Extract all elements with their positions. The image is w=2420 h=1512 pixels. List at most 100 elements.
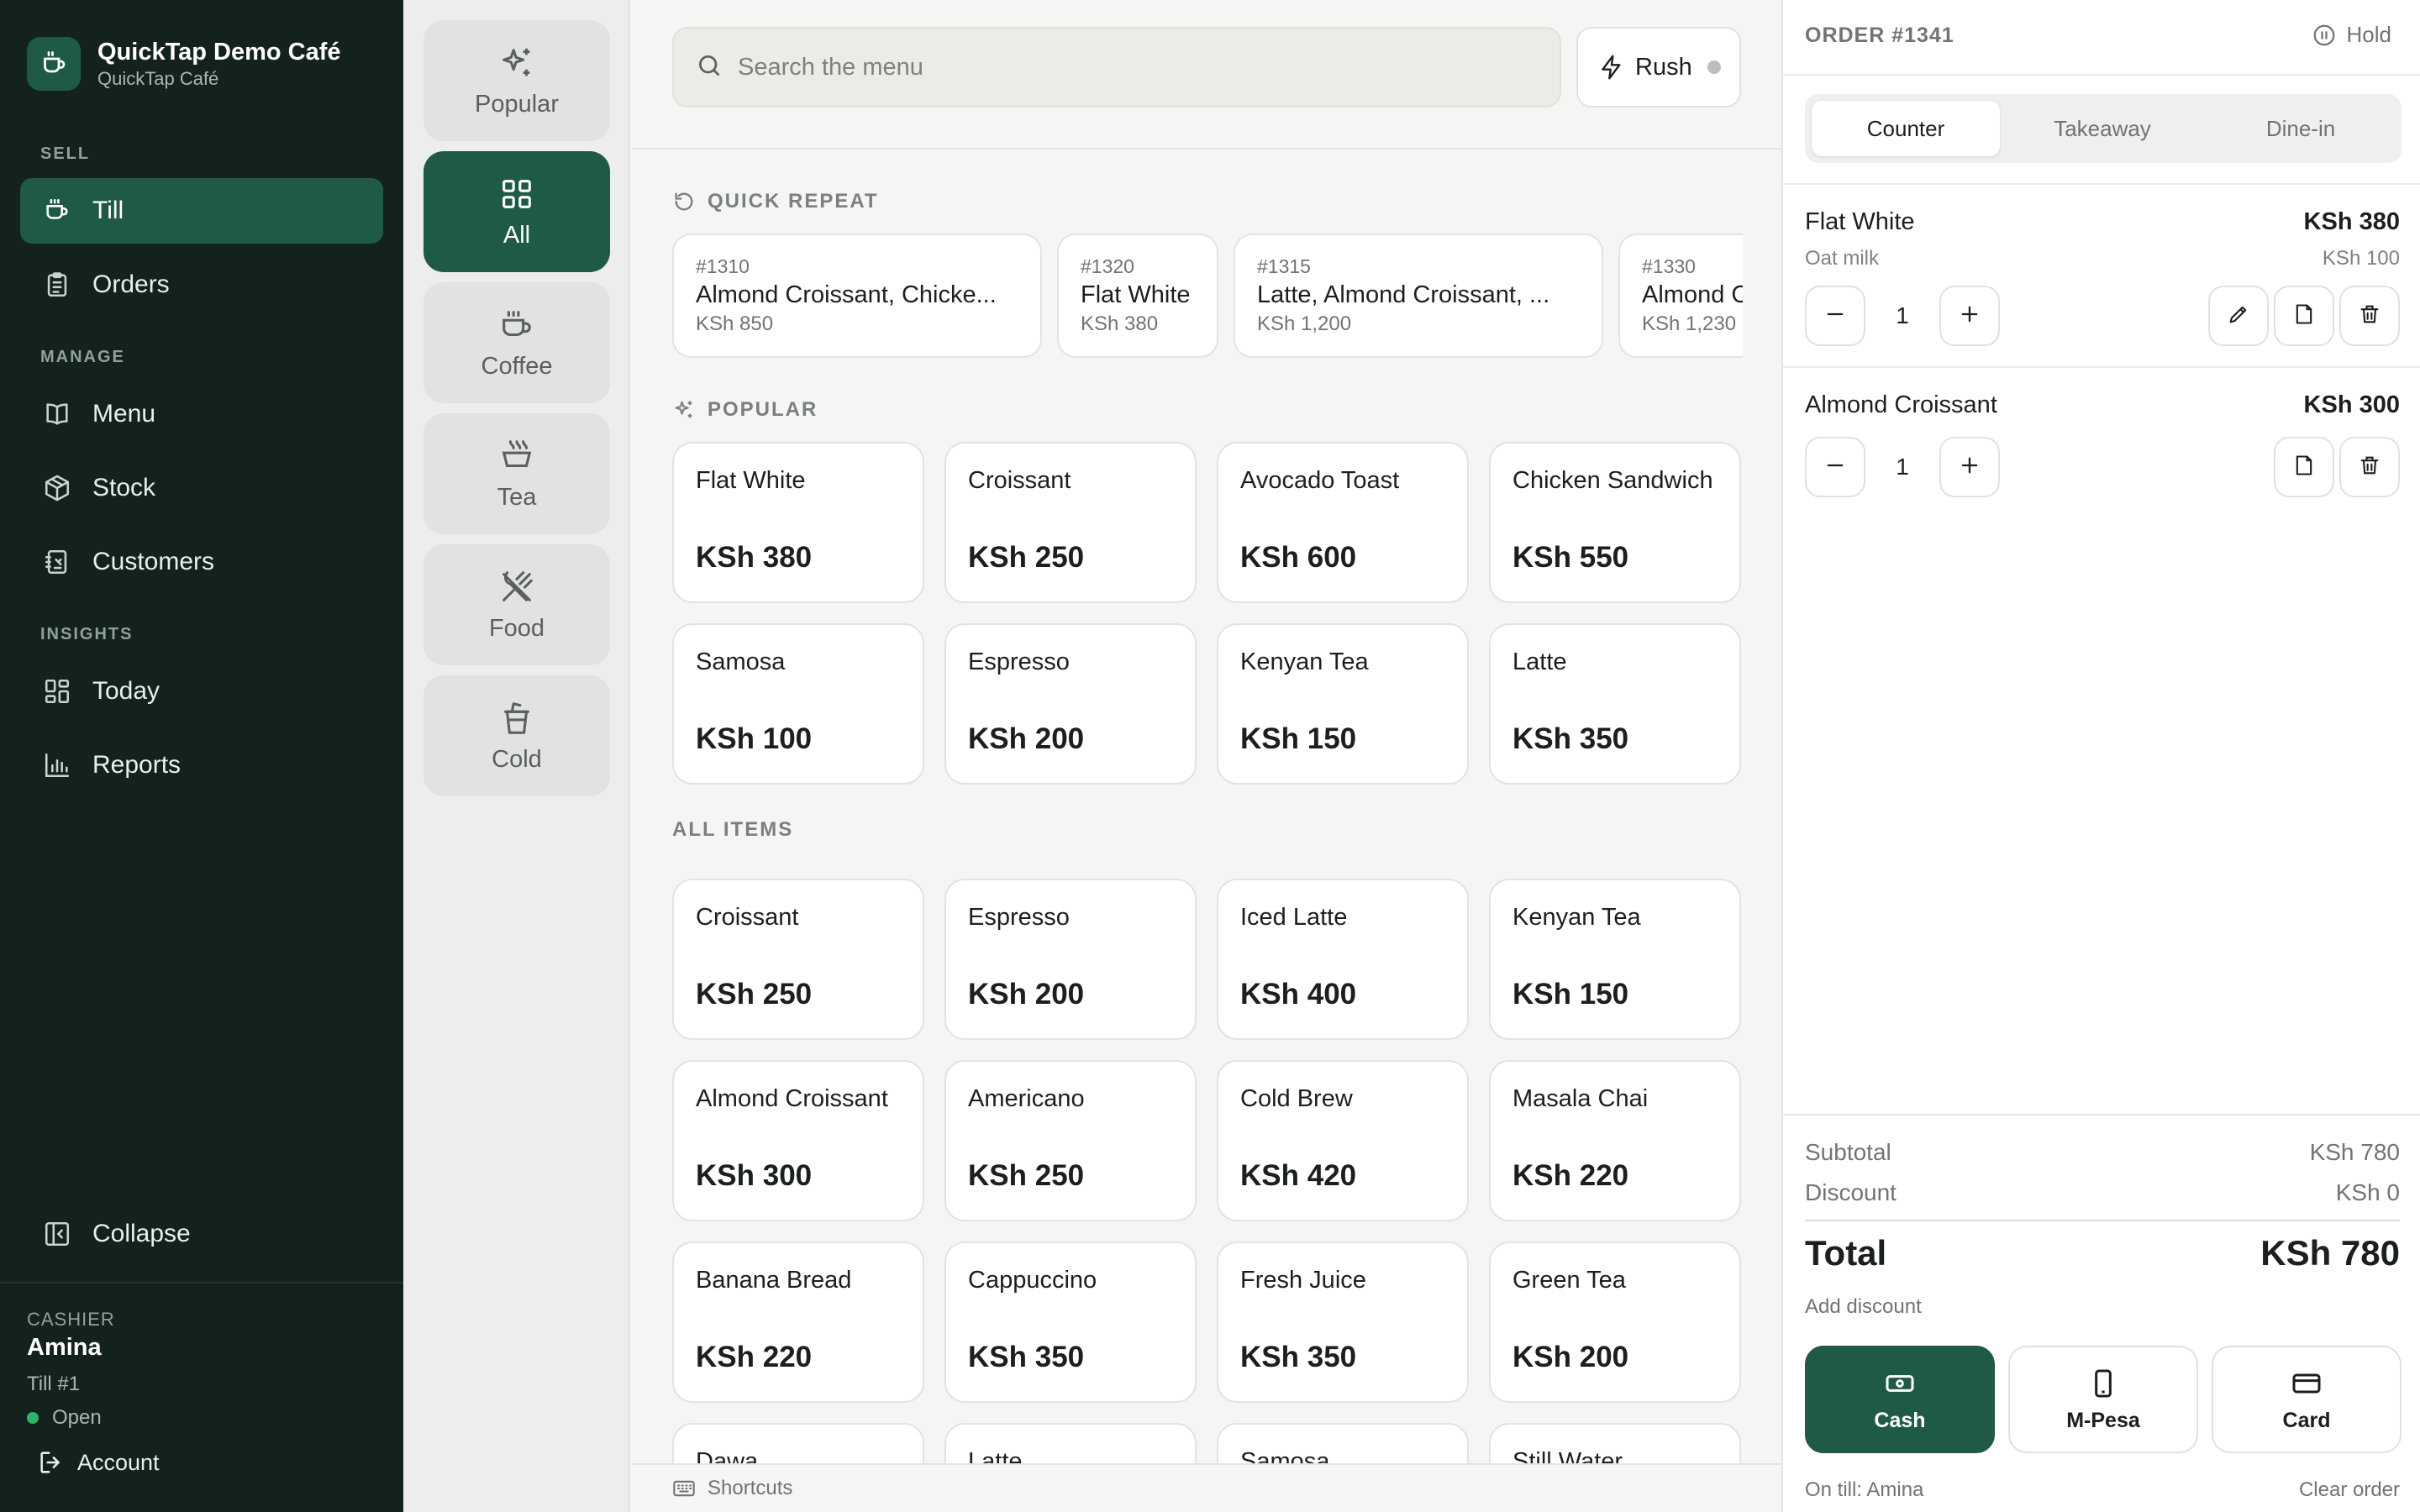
shortcuts-button[interactable]: Shortcuts <box>632 1463 1781 1512</box>
sidebar-item-stock[interactable]: Stock <box>20 455 383 521</box>
product-card[interactable]: Almond Croissant KSh 300 <box>672 1060 924 1221</box>
all-items-title: ALL ITEMS <box>672 818 793 842</box>
product-card[interactable]: Americano KSh 250 <box>944 1060 1197 1221</box>
decrease-qty-button[interactable] <box>1805 286 1865 346</box>
increase-qty-button[interactable] <box>1939 286 2000 346</box>
product-card[interactable]: Kenyan Tea KSh 150 <box>1489 879 1741 1040</box>
product-name: Avocado Toast <box>1240 467 1400 494</box>
product-name: Samosa <box>696 648 786 675</box>
product-card[interactable]: Espresso KSh 200 <box>944 879 1197 1040</box>
product-name: Latte <box>1512 648 1567 675</box>
pay-mpesa-button[interactable]: M-Pesa <box>2008 1346 2198 1453</box>
cashier-till: Till #1 <box>27 1373 81 1395</box>
product-card[interactable]: Avocado Toast KSh 600 <box>1217 442 1469 603</box>
subtotal-row: Subtotal KSh 780 <box>1805 1139 2400 1166</box>
sparkles-icon <box>672 398 696 422</box>
sidebar-item-label: Orders <box>92 270 170 298</box>
quick-repeat-order[interactable]: #1310 Almond Croissant, Chicke... KSh 85… <box>672 234 1042 358</box>
increase-qty-button[interactable] <box>1939 437 2000 497</box>
repeat-order-items: Almond Croissant, Chicke... <box>696 281 997 308</box>
product-price: KSh 200 <box>1512 1341 1629 1373</box>
nav-section-insights: INSIGHTS <box>40 625 134 643</box>
pay-card-button[interactable]: Card <box>2212 1346 2402 1453</box>
product-card[interactable]: Banana Bread KSh 220 <box>672 1242 924 1403</box>
book-icon <box>40 397 74 431</box>
category-food[interactable]: Food <box>424 544 610 665</box>
collapse-button[interactable]: Collapse <box>20 1201 383 1267</box>
category-tea[interactable]: Tea <box>424 413 610 534</box>
search-icon <box>696 52 723 83</box>
pay-cash-button[interactable]: Cash <box>1805 1346 1995 1453</box>
product-price: KSh 100 <box>696 722 813 755</box>
product-price: KSh 250 <box>968 1159 1085 1192</box>
remove-line-button[interactable] <box>2339 437 2400 497</box>
sidebar-item-label: Reports <box>92 751 182 779</box>
total-label: Total <box>1805 1233 1887 1273</box>
brand-subtitle: QuickTap Café <box>97 68 219 89</box>
order-type-dine-in[interactable]: Dine-in <box>2207 101 2395 156</box>
rush-toggle[interactable]: Rush <box>1576 27 1741 108</box>
product-price: KSh 420 <box>1240 1159 1357 1192</box>
clear-order-button[interactable]: Clear order <box>2299 1478 2400 1502</box>
product-card[interactable]: Chicken Sandwich KSh 550 <box>1489 442 1741 603</box>
repeat-order-price: KSh 1,230 <box>1642 312 1737 335</box>
product-card[interactable]: Green Tea KSh 200 <box>1489 1242 1741 1403</box>
quick-repeat-order[interactable]: #1320 Flat White KSh 380 <box>1057 234 1218 358</box>
add-discount-link[interactable]: Add discount <box>1805 1295 1922 1319</box>
quick-repeat-order[interactable]: #1315 Latte, Almond Croissant, ... KSh 1… <box>1234 234 1603 358</box>
product-card[interactable]: Croissant KSh 250 <box>672 879 924 1040</box>
product-name: Cold Brew <box>1240 1085 1353 1112</box>
product-name: Croissant <box>968 467 1071 494</box>
product-card[interactable]: Flat White KSh 380 <box>672 442 924 603</box>
repeat-order-price: KSh 1,200 <box>1257 312 1352 335</box>
product-card[interactable]: Espresso KSh 200 <box>944 623 1197 785</box>
note-line-button[interactable] <box>2274 437 2334 497</box>
remove-line-button[interactable] <box>2339 286 2400 346</box>
sidebar-item-customers[interactable]: Customers <box>20 529 383 595</box>
qty-value: 1 <box>1896 454 1909 480</box>
sidebar-item-today[interactable]: Today <box>20 659 383 724</box>
total-row: Total KSh 780 <box>1805 1233 2400 1273</box>
order-line-price: KSh 300 <box>2303 391 2400 418</box>
category-column: Popular All Coffee Tea Food Cold <box>403 0 630 1512</box>
sidebar-item-orders[interactable]: Orders <box>20 252 383 318</box>
product-card[interactable]: Iced Latte KSh 400 <box>1217 879 1469 1040</box>
search-input[interactable] <box>738 53 1494 81</box>
category-coffee[interactable]: Coffee <box>424 282 610 403</box>
product-price: KSh 250 <box>696 978 813 1011</box>
sidebar-item-reports[interactable]: Reports <box>20 732 383 798</box>
note-icon <box>2292 302 2316 330</box>
product-price: KSh 400 <box>1240 978 1357 1011</box>
product-card[interactable]: Samosa KSh 100 <box>672 623 924 785</box>
product-card[interactable]: Kenyan Tea KSh 150 <box>1217 623 1469 785</box>
discount-row: Discount KSh 0 <box>1805 1179 2400 1206</box>
order-type-counter[interactable]: Counter <box>1812 101 2000 156</box>
credit-card-icon <box>2290 1367 2323 1400</box>
product-card[interactable]: Masala Chai KSh 220 <box>1489 1060 1741 1221</box>
decrease-qty-button[interactable] <box>1805 437 1865 497</box>
product-card[interactable]: Cold Brew KSh 420 <box>1217 1060 1469 1221</box>
order-line-modifier: Oat milk <box>1805 247 1880 270</box>
order-type-takeaway[interactable]: Takeaway <box>2008 101 2196 156</box>
product-price: KSh 300 <box>696 1159 813 1192</box>
quick-repeat-order[interactable]: #1330 Almond Croissant KSh 1,230 <box>1618 234 1743 358</box>
product-card[interactable]: Latte KSh 350 <box>1489 623 1741 785</box>
category-all[interactable]: All <box>424 151 610 272</box>
sidebar-item-label: Today <box>92 677 160 705</box>
hold-button[interactable]: Hold <box>2312 22 2391 48</box>
note-line-button[interactable] <box>2274 286 2334 346</box>
product-card[interactable]: Cappuccino KSh 350 <box>944 1242 1197 1403</box>
sidebar-item-till[interactable]: Till <box>20 178 383 244</box>
category-popular[interactable]: Popular <box>424 20 610 141</box>
sidebar-item-menu[interactable]: Menu <box>20 381 383 447</box>
product-card[interactable]: Croissant KSh 250 <box>944 442 1197 603</box>
order-number: ORDER #1341 <box>1805 24 1954 47</box>
account-button[interactable]: Account <box>37 1448 160 1477</box>
search-box[interactable] <box>672 27 1561 108</box>
edit-line-button[interactable] <box>2208 286 2269 346</box>
category-cold[interactable]: Cold <box>424 675 610 796</box>
cashier-label: CASHIER <box>27 1309 115 1330</box>
cold-cup-icon <box>497 699 536 738</box>
product-card[interactable]: Fresh Juice KSh 350 <box>1217 1242 1469 1403</box>
product-price: KSh 350 <box>968 1341 1085 1373</box>
